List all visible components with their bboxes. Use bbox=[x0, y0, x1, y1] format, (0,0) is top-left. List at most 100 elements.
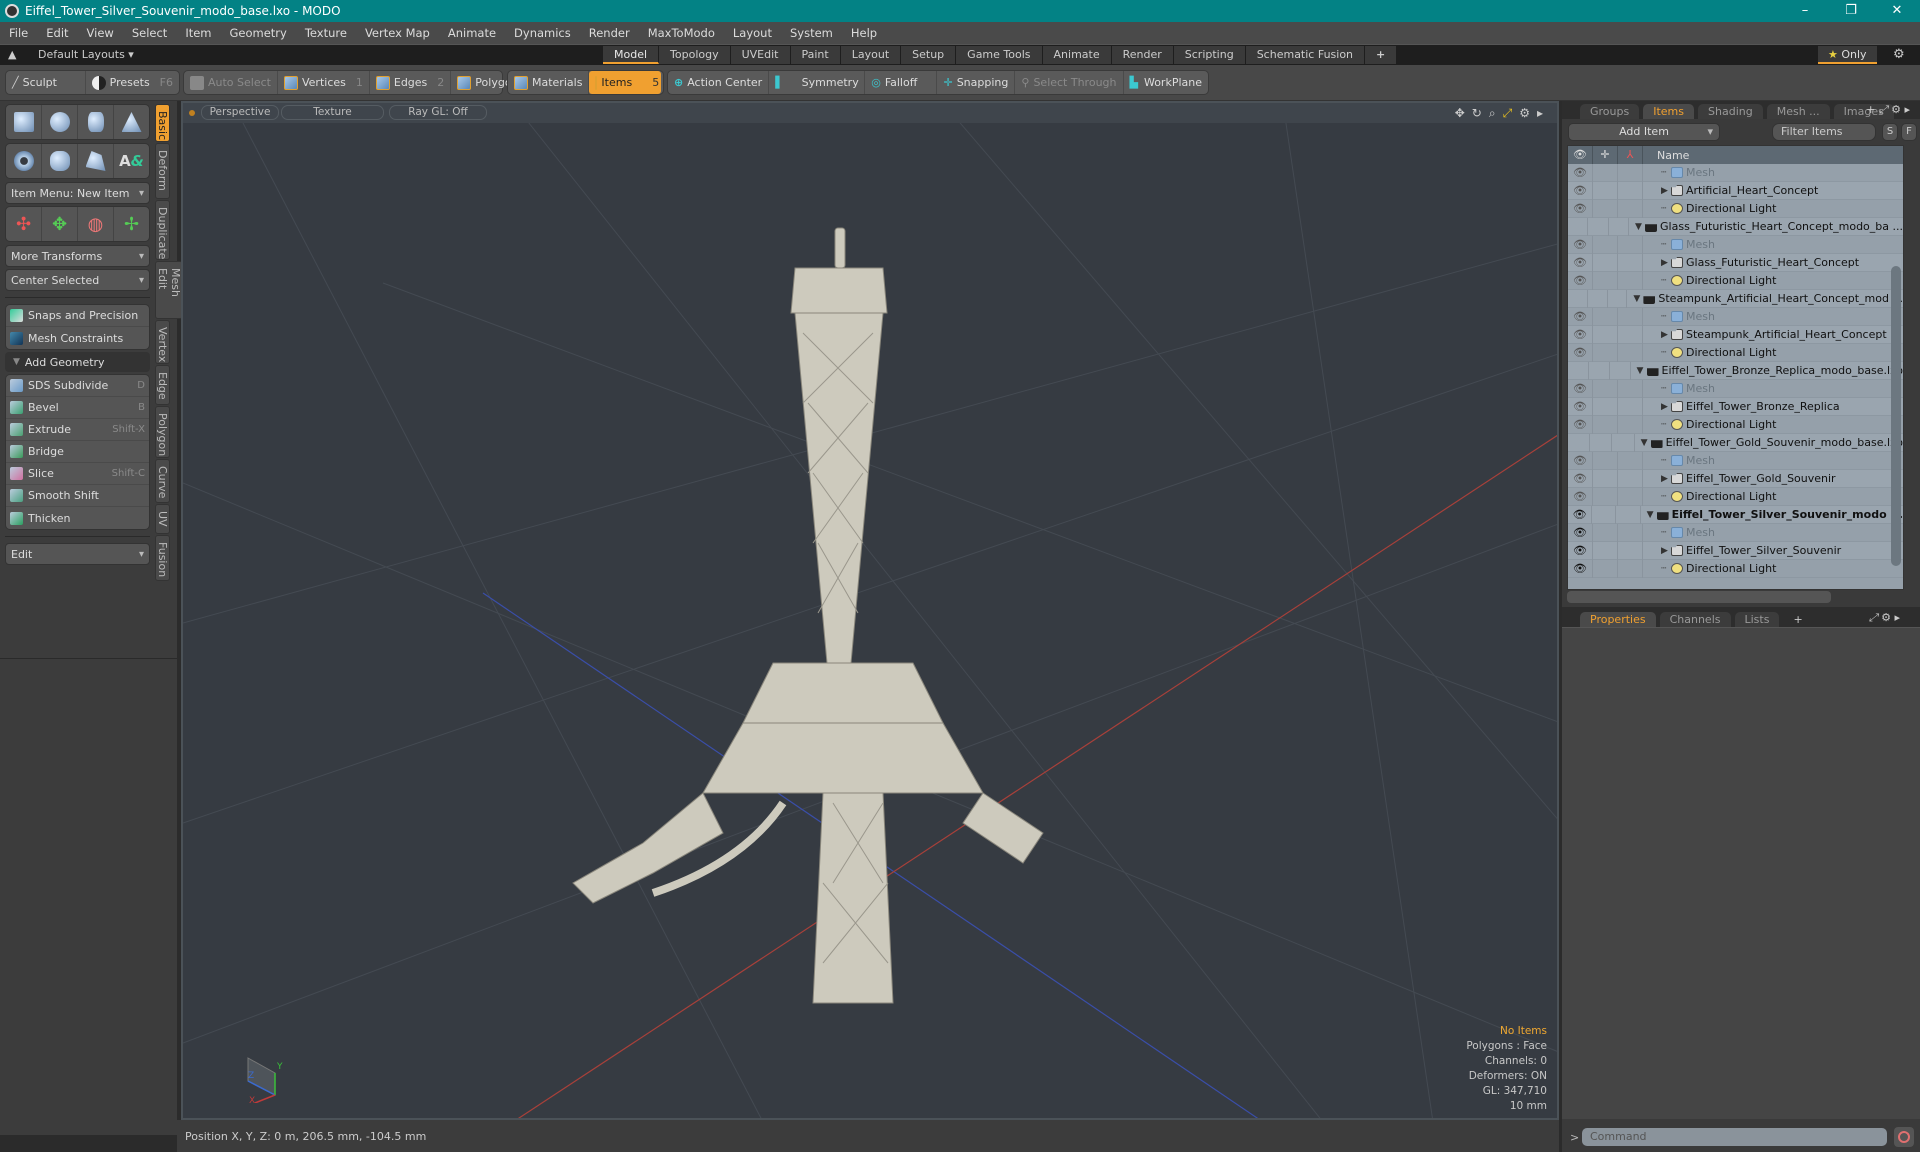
tree-row-group[interactable]: 👁 ▶ Eiffel_Tower_Gold_Souvenir bbox=[1568, 469, 1903, 488]
maximize-viewport-icon[interactable]: ⤢ bbox=[1503, 106, 1513, 121]
tab-channels[interactable]: Channels bbox=[1659, 612, 1731, 627]
expand-toggle-icon[interactable]: ▶ bbox=[1661, 330, 1671, 340]
default-layouts-dropdown[interactable]: Default Layouts ▾ bbox=[38, 48, 134, 61]
filter-items-input[interactable]: Filter Items bbox=[1772, 123, 1876, 141]
pen-tool-button[interactable] bbox=[78, 144, 114, 178]
lock-cell[interactable] bbox=[1593, 325, 1618, 344]
menu-item[interactable]: Item bbox=[176, 26, 220, 40]
vtab-mesh-edit[interactable]: Mesh Edit bbox=[155, 261, 183, 319]
lock-cell[interactable] bbox=[1593, 253, 1618, 272]
expand-panel-icon[interactable]: ⤢ bbox=[1869, 611, 1878, 624]
menu-render[interactable]: Render bbox=[580, 26, 639, 40]
tree-row-light[interactable]: 👁 ┄ Directional Light bbox=[1568, 415, 1903, 434]
symmetry-button[interactable]: ▌ Symmetry bbox=[769, 71, 866, 94]
command-input[interactable]: Command bbox=[1582, 1128, 1887, 1146]
lock-cell[interactable] bbox=[1588, 289, 1608, 308]
tree-scrollbar[interactable] bbox=[1891, 266, 1901, 566]
tab-mesh[interactable]: Mesh ... bbox=[1766, 104, 1830, 119]
materials-button[interactable]: Materials bbox=[508, 71, 590, 94]
visibility-toggle-icon[interactable]: 👁 bbox=[1568, 505, 1593, 524]
tree-row-light[interactable]: 👁 ┄ Directional Light bbox=[1568, 343, 1903, 362]
lock-cell[interactable] bbox=[1593, 343, 1618, 362]
tab-items[interactable]: Items bbox=[1643, 104, 1695, 119]
menu-animate[interactable]: Animate bbox=[439, 26, 505, 40]
action-center-button[interactable]: ⊕ Action Center bbox=[668, 71, 770, 94]
visibility-toggle-empty[interactable] bbox=[1568, 217, 1589, 236]
vtab-polygon[interactable]: Polygon bbox=[155, 406, 170, 458]
add-layout-tab-button[interactable]: + bbox=[1365, 46, 1398, 64]
layout-tab-setup[interactable]: Setup bbox=[901, 46, 957, 64]
items-button[interactable]: Items 5 bbox=[589, 71, 662, 94]
f-filter-button[interactable]: F bbox=[1901, 123, 1917, 141]
layout-tab-game-tools[interactable]: Game Tools bbox=[956, 46, 1043, 64]
thicken-tool[interactable]: Thicken bbox=[6, 507, 149, 529]
tree-row-light[interactable]: 👁 ┄ Directional Light bbox=[1568, 271, 1903, 290]
lock-cell[interactable] bbox=[1590, 433, 1613, 452]
menu-geometry[interactable]: Geometry bbox=[221, 26, 296, 40]
more-transforms-dropdown[interactable]: More Transforms bbox=[5, 245, 150, 267]
vtab-deform[interactable]: Deform bbox=[155, 143, 170, 199]
tree-row-mesh[interactable]: 👁 ┄ Mesh bbox=[1568, 523, 1903, 542]
add-properties-tab-button[interactable]: + bbox=[1783, 612, 1812, 627]
tree-row-group[interactable]: 👁 ▶ Glass_Futuristic_Heart_Concept bbox=[1568, 253, 1903, 272]
add-item-button[interactable]: Add Item bbox=[1568, 123, 1720, 141]
tree-row-scene[interactable]: 👁 ▼ Eiffel_Tower_Silver_Souvenir_modo ... bbox=[1568, 505, 1903, 524]
expand-toggle-icon[interactable]: ▼ bbox=[1635, 222, 1645, 232]
panel-arrow-icon[interactable]: ▸ bbox=[1894, 611, 1900, 624]
tree-row-group[interactable]: 👁 ▶ Steampunk_Artificial_Heart_Concept bbox=[1568, 325, 1903, 344]
expand-toggle-icon[interactable]: ▶ bbox=[1661, 186, 1671, 196]
panel-settings-icon[interactable]: ⚙ bbox=[1881, 611, 1891, 624]
zoom-icon[interactable]: ⌕ bbox=[1489, 106, 1496, 121]
tree-row-scene[interactable]: ▼ Eiffel_Tower_Gold_Souvenir_modo_base.lx… bbox=[1568, 433, 1903, 452]
lock-cell[interactable] bbox=[1593, 541, 1618, 560]
tree-row-mesh[interactable]: 👁 ┄ Mesh bbox=[1568, 163, 1903, 182]
lock-column-icon[interactable]: ✛ bbox=[1593, 146, 1618, 164]
minimize-button[interactable]: – bbox=[1782, 0, 1828, 22]
gear-icon[interactable]: ⚙ bbox=[1893, 47, 1905, 62]
vtab-uv[interactable]: UV bbox=[155, 504, 170, 534]
lock-cell[interactable] bbox=[1593, 181, 1618, 200]
shading-mode-dropdown[interactable]: Texture bbox=[281, 105, 384, 120]
visibility-toggle-empty[interactable] bbox=[1568, 361, 1589, 380]
scale-button[interactable]: ✢ bbox=[114, 207, 149, 241]
extrude-tool[interactable]: Extrude Shift-X bbox=[6, 419, 149, 441]
sds-subdivide-tool[interactable]: SDS Subdivide D bbox=[6, 375, 149, 397]
menu-edit[interactable]: Edit bbox=[37, 26, 77, 40]
panel-settings-icon[interactable]: ⚙ bbox=[1891, 103, 1901, 116]
orbit-icon[interactable]: ↻ bbox=[1472, 106, 1482, 121]
lock-cell[interactable] bbox=[1593, 451, 1618, 470]
tree-row-group[interactable]: 👁 ▶ Artificial_Heart_Concept bbox=[1568, 181, 1903, 200]
add-geometry-header[interactable]: ▼ Add Geometry bbox=[5, 352, 150, 372]
bridge-tool[interactable]: Bridge bbox=[6, 441, 149, 463]
tab-properties[interactable]: Properties bbox=[1580, 612, 1656, 627]
smooth-shift-tool[interactable]: Smooth Shift bbox=[6, 485, 149, 507]
visibility-toggle-icon[interactable]: 👁 bbox=[1568, 415, 1593, 434]
visibility-toggle-icon[interactable]: 👁 bbox=[1568, 343, 1593, 362]
lock-cell[interactable] bbox=[1592, 505, 1617, 524]
lock-cell[interactable] bbox=[1593, 379, 1618, 398]
visibility-toggle-icon[interactable]: 👁 bbox=[1568, 199, 1593, 218]
expand-toggle-icon[interactable]: ▶ bbox=[1661, 402, 1671, 412]
expand-arrow-icon[interactable]: ▸ bbox=[1537, 106, 1543, 121]
3d-viewport[interactable]: Perspective Texture Ray GL: Off ✥ ↻ ⌕ ⤢ … bbox=[181, 101, 1559, 1120]
workplane-button[interactable]: ▙ WorkPlane bbox=[1124, 71, 1209, 94]
lock-cell[interactable] bbox=[1593, 469, 1618, 488]
lock-cell[interactable] bbox=[1593, 397, 1618, 416]
menu-select[interactable]: Select bbox=[123, 26, 176, 40]
falloff-button[interactable]: ◎ Falloff bbox=[865, 71, 938, 94]
lock-cell[interactable] bbox=[1588, 217, 1609, 236]
visibility-toggle-icon[interactable]: 👁 bbox=[1568, 559, 1593, 578]
bevel-tool[interactable]: Bevel B bbox=[6, 397, 149, 419]
tree-row-mesh[interactable]: 👁 ┄ Mesh bbox=[1568, 379, 1903, 398]
vtab-fusion[interactable]: Fusion bbox=[155, 535, 170, 581]
layout-tab-schematic-fusion[interactable]: Schematic Fusion bbox=[1245, 46, 1366, 64]
tree-row-light[interactable]: 👁 ┄ Directional Light bbox=[1568, 199, 1903, 218]
expand-toggle-icon[interactable]: ▼ bbox=[1633, 294, 1643, 304]
tree-row-mesh[interactable]: 👁 ┄ Mesh bbox=[1568, 235, 1903, 254]
sphere-primitive-button[interactable] bbox=[42, 105, 78, 139]
visibility-column-icon[interactable]: 👁 bbox=[1568, 146, 1593, 164]
expand-toggle-icon[interactable]: ▶ bbox=[1661, 474, 1671, 484]
visibility-toggle-icon[interactable]: 👁 bbox=[1568, 469, 1593, 488]
tree-row-scene[interactable]: ▼ Steampunk_Artificial_Heart_Concept_mod … bbox=[1568, 289, 1903, 308]
visibility-toggle-icon[interactable]: 👁 bbox=[1568, 181, 1593, 200]
